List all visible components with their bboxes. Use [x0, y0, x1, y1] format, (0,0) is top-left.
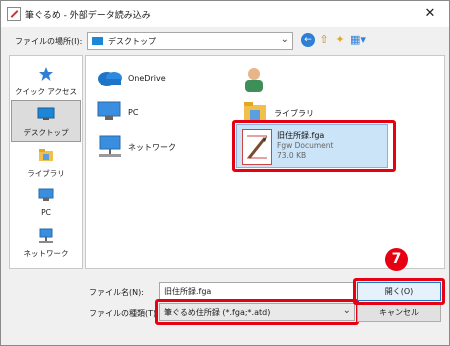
- places-sidebar: クイック アクセス デスクトップ ライブラリ PC ネットワーク: [9, 55, 83, 269]
- file-open-dialog: 筆ぐるめ - 外部データ読み込み ✕ ファイルの場所(I): デスクトップ ⌄ …: [0, 0, 450, 346]
- pc-icon: [38, 188, 54, 201]
- sidebar-item-desktop[interactable]: デスクトップ: [11, 100, 81, 142]
- library-icon: [39, 149, 53, 161]
- item-label: PC: [128, 108, 139, 117]
- sidebar-item-quick-access[interactable]: クイック アクセス: [11, 60, 81, 100]
- network-icon: [99, 135, 121, 157]
- sidebar-item-label: デスクトップ: [23, 128, 69, 137]
- highlight-filetype-box: [155, 299, 359, 325]
- sidebar-item-library[interactable]: ライブラリ: [11, 142, 81, 182]
- item-label: ライブラリ: [274, 109, 314, 118]
- up-folder-icon[interactable]: ⇧: [317, 33, 331, 47]
- title-bar: 筆ぐるめ - 外部データ読み込み ✕: [1, 1, 449, 27]
- sidebar-item-label: PC: [41, 208, 51, 217]
- desktop-folder-icon: [92, 37, 103, 45]
- pc-icon: [97, 101, 121, 120]
- close-button[interactable]: ✕: [417, 4, 443, 24]
- network-icon: [39, 228, 53, 243]
- highlight-open-box: [353, 278, 445, 305]
- filetype-label: ファイルの種類(T):: [89, 309, 159, 318]
- item-label: ネットワーク: [128, 143, 176, 152]
- sidebar-item-pc[interactable]: PC: [11, 182, 81, 222]
- highlight-file-box: [232, 120, 396, 172]
- list-item-network[interactable]: ネットワーク: [92, 128, 222, 168]
- sidebar-item-label: ネットワーク: [23, 249, 69, 258]
- filename-label: ファイル名(N):: [89, 288, 144, 297]
- app-icon: [7, 7, 21, 21]
- item-label: OneDrive: [128, 74, 166, 83]
- user-folder-icon: [245, 68, 263, 92]
- chevron-down-icon: ⌄: [280, 34, 289, 45]
- window-title: 筆ぐるめ - 外部データ読み込み: [25, 11, 151, 21]
- filename-value: 旧住所録.fga: [164, 287, 212, 296]
- star-icon: [39, 67, 53, 81]
- view-menu-icon[interactable]: ▦▾: [348, 33, 368, 47]
- cancel-button[interactable]: キャンセル: [357, 303, 441, 322]
- filename-input[interactable]: 旧住所録.fga: [159, 282, 355, 300]
- new-folder-icon[interactable]: ✦: [333, 33, 347, 47]
- step-number-badge: 7: [385, 248, 408, 271]
- location-label: ファイルの場所(I):: [15, 37, 83, 46]
- desktop-icon: [37, 107, 55, 120]
- location-value: デスクトップ: [108, 37, 156, 46]
- sidebar-item-label: クイック アクセス: [14, 87, 77, 96]
- location-dropdown[interactable]: デスクトップ ⌄: [87, 32, 293, 50]
- sidebar-item-label: ライブラリ: [27, 169, 65, 178]
- sidebar-item-network[interactable]: ネットワーク: [11, 222, 81, 262]
- back-icon[interactable]: ←: [301, 33, 315, 47]
- cloud-icon: [98, 72, 122, 86]
